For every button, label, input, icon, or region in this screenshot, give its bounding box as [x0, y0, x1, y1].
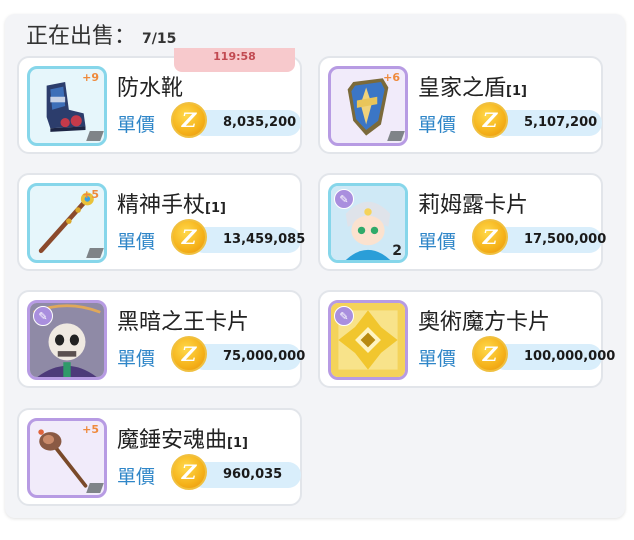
item-name: 奧術魔方卡片: [418, 310, 551, 335]
item-name: 防水靴: [117, 76, 184, 101]
zeny-coin-icon: Z: [472, 102, 508, 138]
item-name: 魔錘安魂曲[1]: [117, 428, 248, 453]
item-name: 黑暗之王卡片: [117, 310, 250, 335]
listing-card[interactable]: +5 魔錘安魂曲[1] 單價 960,035 Z: [17, 408, 302, 506]
zeny-coin-icon: Z: [171, 454, 207, 490]
refine-level: +5: [82, 423, 99, 436]
item-slot: +5: [27, 183, 107, 263]
unit-price-label: 單價: [418, 348, 457, 370]
item-name: 莉姆露卡片: [418, 193, 529, 218]
price-value: 13,459,085: [191, 227, 305, 253]
price-value: 960,035: [191, 462, 301, 488]
unit-price-label: 單價: [418, 231, 457, 253]
unit-price-label: 單價: [117, 348, 156, 370]
price-value: 17,500,000: [492, 227, 606, 253]
item-slot: ✎: [328, 300, 408, 380]
price-value: 100,000,000: [492, 344, 615, 370]
listing-card[interactable]: +6 皇家之盾[1] 單價 5,107,200 Z: [318, 56, 603, 154]
selling-header: 正在出售： 7/15: [26, 18, 177, 49]
price-value: 8,035,200: [191, 110, 301, 136]
item-slot: +9: [27, 66, 107, 146]
item-slot: +5: [27, 418, 107, 498]
unit-price-label: 單價: [117, 466, 156, 488]
item-name: 皇家之盾[1]: [418, 76, 527, 101]
card-type-icon: ✎: [334, 306, 354, 326]
item-name: 精神手杖[1]: [117, 193, 226, 218]
item-slot: +6: [328, 66, 408, 146]
zeny-coin-icon: Z: [472, 336, 508, 372]
selling-title: 正在出售：: [26, 24, 137, 49]
zeny-coin-icon: Z: [472, 219, 508, 255]
zeny-coin-icon: Z: [171, 102, 207, 138]
item-slot: ✎: [27, 300, 107, 380]
refine-level: +6: [383, 71, 400, 84]
listing-count: 7/15: [142, 31, 177, 47]
price-value: 5,107,200: [492, 110, 602, 136]
refine-level: +9: [82, 71, 99, 84]
listing-card[interactable]: +5 精神手杖[1] 單價 13,459,085 Z: [17, 173, 305, 271]
listing-card[interactable]: ✎ 奧術魔方卡片 單價 100,000,000 Z: [318, 290, 615, 388]
zeny-coin-icon: Z: [171, 336, 207, 372]
refine-level: +5: [82, 188, 99, 201]
listing-card[interactable]: ✎ 2 莉姆露卡片 單價 17,500,000 Z: [318, 173, 606, 271]
item-quantity: 2: [392, 243, 402, 259]
listing-timer: 119:58: [174, 48, 295, 72]
listing-card[interactable]: ✎ 黑暗之王卡片 單價 75,000,000 Z: [17, 290, 305, 388]
item-slot: ✎ 2: [328, 183, 408, 263]
unit-price-label: 單價: [117, 231, 156, 253]
card-type-icon: ✎: [33, 306, 53, 326]
card-type-icon: ✎: [334, 189, 354, 209]
price-value: 75,000,000: [191, 344, 305, 370]
zeny-coin-icon: Z: [171, 219, 207, 255]
unit-price-label: 單價: [418, 114, 457, 136]
unit-price-label: 單價: [117, 114, 156, 136]
